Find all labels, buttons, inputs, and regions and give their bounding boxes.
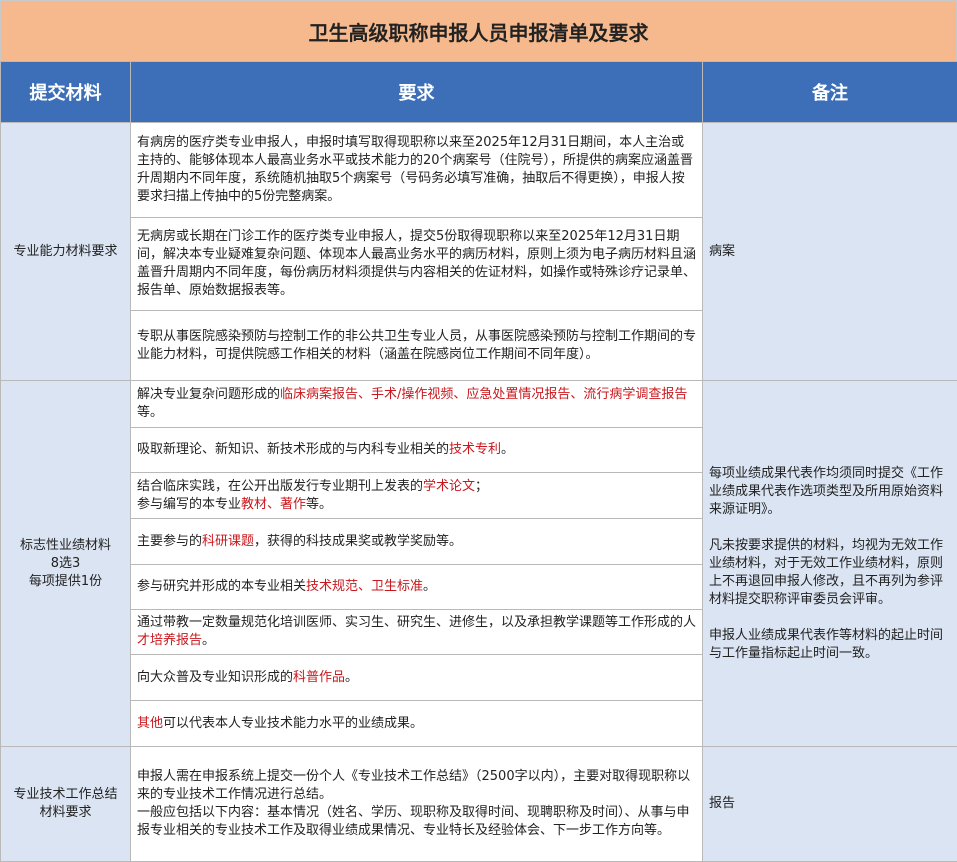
- category-cell: 专业能力材料要求: [1, 123, 131, 381]
- requirement-text: 等。: [137, 405, 163, 420]
- requirement-text: ，获得的科技成果奖或教学奖励等。: [254, 534, 462, 549]
- requirement-text: 无病房或长期在门诊工作的医疗类专业申报人，提交5份取得现职称以来至2025年12…: [137, 229, 696, 298]
- requirement-cell: 向大众普及专业知识形成的科普作品。: [131, 655, 703, 701]
- requirement-text: 申报人需在申报系统上提交一份个人《专业技术工作总结》（2500字以内），主要对取…: [137, 769, 690, 802]
- requirement-text: 专职从事医院感染预防与控制工作的非公共卫生专业人员，从事医院感染预防与控制工作期…: [137, 329, 696, 362]
- requirement-text: 结合临床实践，在公开出版发行专业期刊上发表的: [137, 479, 423, 494]
- header-requirements: 要求: [131, 62, 703, 123]
- header-materials: 提交材料: [1, 62, 131, 123]
- category-label: 每项提供1份: [7, 573, 124, 591]
- requirement-text: 参与研究并形成的本专业相关: [137, 579, 306, 594]
- category-label: 专业技术工作总结: [7, 786, 124, 804]
- category-label: 8选3: [7, 555, 124, 573]
- page-title: 卫生高级职称申报人员申报清单及要求: [0, 0, 957, 62]
- note-cell: 报告: [703, 747, 957, 862]
- highlighted-text: 才培养报告: [137, 633, 202, 648]
- highlighted-text: 学术论文: [423, 479, 475, 494]
- highlighted-text: 其他: [137, 716, 163, 731]
- table-body: 专业能力材料要求 有病房的医疗类专业申报人，申报时填写取得现职称以来至2025年1…: [1, 123, 957, 862]
- requirement-text: 。: [501, 442, 514, 457]
- table-row: 专业技术工作总结材料要求申报人需在申报系统上提交一份个人《专业技术工作总结》（2…: [1, 747, 957, 862]
- requirement-cell: 通过带教一定数量规范化培训医师、实习生、研究生、进修生，以及承担教学课题等工作形…: [131, 610, 703, 655]
- note-paragraph: 申报人业绩成果代表作等材料的起止时间与工作量指标起止时间一致。: [709, 627, 951, 663]
- note-text: 病案: [709, 243, 951, 261]
- requirement-text: 吸取新理论、新知识、新技术形成的与内科专业相关的: [137, 442, 449, 457]
- requirement-text: 解决专业复杂问题形成的: [137, 387, 280, 402]
- requirements-table: 提交材料 要求 备注 专业能力材料要求 有病房的医疗类专业申报人，申报时填写取得现…: [0, 61, 957, 862]
- table-row: 专业能力材料要求有病房的医疗类专业申报人，申报时填写取得现职称以来至2025年1…: [1, 123, 957, 218]
- note-paragraph: 凡未按要求提供的材料，均视为无效工作业绩材料，对于无效工作业绩材料，原则上不再退…: [709, 537, 951, 609]
- note-cell: 病案: [703, 123, 957, 381]
- note-paragraph: 每项业绩成果代表作均须同时提交《工作业绩成果代表作选项类型及所用原始资料来源证明…: [709, 465, 951, 519]
- requirement-cell: 参与研究并形成的本专业相关技术规范、卫生标准。: [131, 565, 703, 610]
- requirement-cell: 其他可以代表本人专业技术能力水平的业绩成果。: [131, 701, 703, 747]
- requirement-cell: 主要参与的科研课题，获得的科技成果奖或教学奖励等。: [131, 519, 703, 565]
- highlighted-text: 技术规范、卫生标准: [306, 579, 423, 594]
- highlighted-text: 科研课题: [202, 534, 254, 549]
- requirement-text: 有病房的医疗类专业申报人，申报时填写取得现职称以来至2025年12月31日期间，…: [137, 135, 693, 204]
- requirement-cell: 专职从事医院感染预防与控制工作的非公共卫生专业人员，从事医院感染预防与控制工作期…: [131, 311, 703, 381]
- requirement-text: 参与编写的本专业: [137, 497, 241, 512]
- highlighted-text: 科普作品: [293, 670, 345, 685]
- requirement-cell: 结合临床实践，在公开出版发行专业期刊上发表的学术论文； 参与编写的本专业教材、著作…: [131, 473, 703, 519]
- category-label: 专业能力材料要求: [7, 243, 124, 261]
- requirement-text: 通过带教一定数量规范化培训医师、实习生、研究生、进修生，以及承担教学课题等工作形…: [137, 615, 696, 630]
- category-label: 材料要求: [7, 804, 124, 822]
- requirement-cell: 解决专业复杂问题形成的临床病案报告、手术/操作视频、应急处置情况报告、流行病学调…: [131, 381, 703, 428]
- note-cell: 每项业绩成果代表作均须同时提交《工作业绩成果代表作选项类型及所用原始资料来源证明…: [703, 381, 957, 747]
- note-gap: [709, 609, 951, 627]
- requirement-text: 可以代表本人专业技术能力水平的业绩成果。: [163, 716, 423, 731]
- header-notes: 备注: [703, 62, 957, 123]
- requirement-text: 。: [345, 670, 358, 685]
- requirement-text: 。: [202, 633, 215, 648]
- requirement-cell: 吸取新理论、新知识、新技术形成的与内科专业相关的技术专利。: [131, 428, 703, 473]
- note-text: 报告: [709, 795, 951, 813]
- highlighted-text: 临床病案报告、手术/操作视频、应急处置情况报告、流行病学调查报告: [280, 387, 687, 402]
- category-cell: 标志性业绩材料8选3每项提供1份: [1, 381, 131, 747]
- page: 卫生高级职称申报人员申报清单及要求 提交材料 要求 备注 专业能力材料要求 有病房…: [0, 0, 957, 861]
- requirement-text: 等。: [306, 497, 332, 512]
- requirement-text: 向大众普及专业知识形成的: [137, 670, 293, 685]
- requirement-text: 主要参与的: [137, 534, 202, 549]
- table-row: 标志性业绩材料8选3每项提供1份解决专业复杂问题形成的临床病案报告、手术/操作视…: [1, 381, 957, 428]
- header-row: 提交材料 要求 备注: [1, 62, 957, 123]
- requirement-cell: 申报人需在申报系统上提交一份个人《专业技术工作总结》（2500字以内），主要对取…: [131, 747, 703, 862]
- category-cell: 专业技术工作总结材料要求: [1, 747, 131, 862]
- note-gap: [709, 519, 951, 537]
- requirement-text: 一般应包括以下内容：基本情况（姓名、学历、现职称及取得时间、现聘职称及时间）、从…: [137, 805, 690, 838]
- requirement-text: 。: [423, 579, 436, 594]
- requirement-text: ；: [475, 479, 488, 494]
- highlighted-text: 教材、著作: [241, 497, 306, 512]
- requirement-cell: 无病房或长期在门诊工作的医疗类专业申报人，提交5份取得现职称以来至2025年12…: [131, 218, 703, 311]
- requirement-cell: 有病房的医疗类专业申报人，申报时填写取得现职称以来至2025年12月31日期间，…: [131, 123, 703, 218]
- highlighted-text: 技术专利: [449, 442, 501, 457]
- category-label: 标志性业绩材料: [7, 537, 124, 555]
